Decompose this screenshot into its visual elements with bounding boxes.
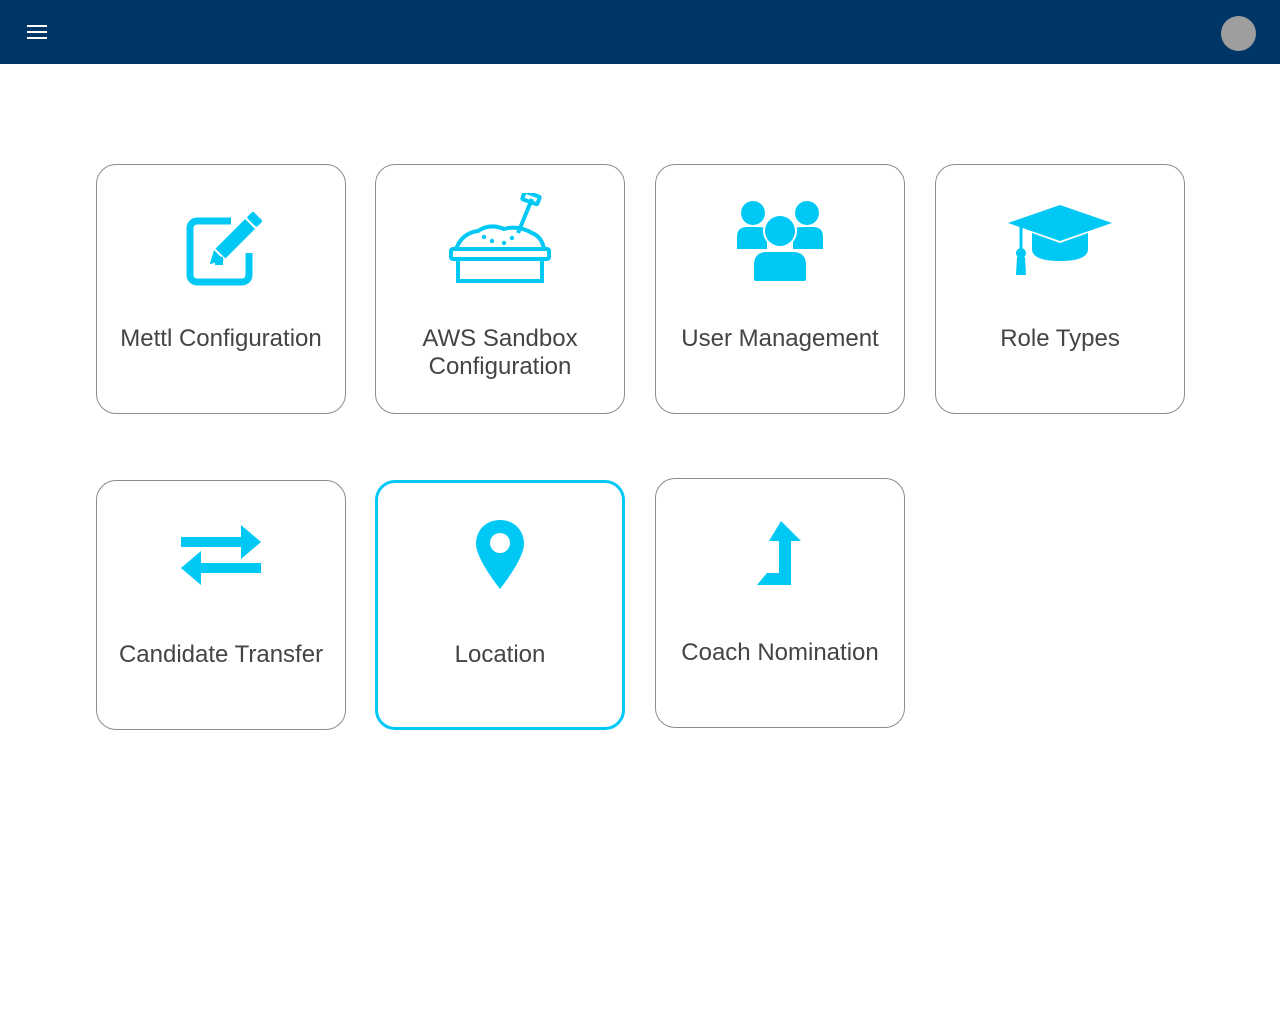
- edit-icon: [97, 193, 345, 286]
- tile-location[interactable]: Location: [375, 480, 625, 730]
- graduation-cap-icon: [936, 193, 1184, 285]
- tile-candidate-transfer[interactable]: Candidate Transfer: [96, 480, 346, 730]
- nomination-arrow-icon: [656, 507, 904, 599]
- tile-label: User Management: [681, 325, 879, 352]
- tile-aws-sandbox-configuration[interactable]: AWS Sandbox Configuration: [375, 164, 625, 414]
- users-icon: [656, 193, 904, 285]
- tile-user-management[interactable]: User Management: [655, 164, 905, 414]
- tile-label: AWS Sandbox Configuration: [422, 325, 578, 380]
- top-app-bar: [0, 0, 1280, 64]
- tile-label: Location: [454, 641, 546, 668]
- tile-label: Role Types: [1000, 325, 1120, 352]
- hamburger-menu-icon: [27, 25, 47, 39]
- transfer-icon: [97, 509, 345, 601]
- tile-coach-nomination[interactable]: Coach Nomination: [655, 478, 905, 728]
- location-pin-icon: [378, 509, 622, 601]
- sandbox-icon: [376, 193, 624, 285]
- tile-label: Coach Nomination: [681, 639, 879, 666]
- tile-label: Candidate Transfer: [118, 641, 324, 668]
- tile-mettl-configuration[interactable]: Mettl Configuration: [96, 164, 346, 414]
- menu-button[interactable]: [21, 16, 53, 48]
- tile-label: Mettl Configuration: [120, 325, 322, 352]
- user-avatar[interactable]: [1221, 16, 1256, 51]
- tile-role-types[interactable]: Role Types: [935, 164, 1185, 414]
